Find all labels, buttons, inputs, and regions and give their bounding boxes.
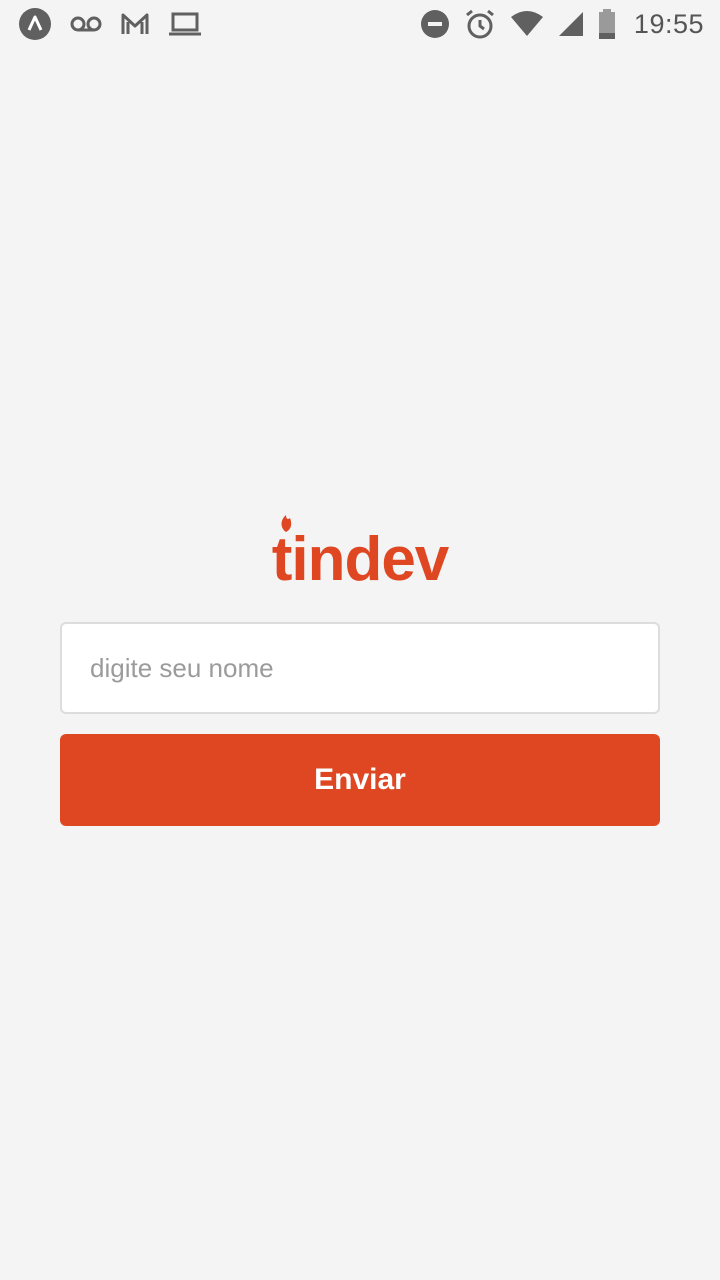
status-left-icons bbox=[18, 8, 202, 40]
voicemail-icon bbox=[70, 14, 102, 34]
status-time: 19:55 bbox=[633, 8, 704, 39]
logo-text: tindev bbox=[272, 525, 450, 590]
login-form: tindev Enviar bbox=[60, 510, 660, 826]
do-not-disturb-icon bbox=[420, 9, 450, 39]
status-bar: 19:55 bbox=[0, 0, 720, 48]
tindev-logo: tindev bbox=[272, 515, 451, 590]
name-input[interactable] bbox=[60, 622, 660, 714]
laptop-icon bbox=[168, 11, 202, 37]
login-screen: 19:55 tindev Enviar bbox=[0, 0, 720, 1280]
expo-icon bbox=[18, 7, 52, 41]
gmail-icon bbox=[120, 12, 150, 36]
status-right-icons: 19:55 bbox=[420, 8, 704, 40]
wifi-icon bbox=[510, 11, 544, 37]
battery-icon bbox=[598, 9, 616, 39]
send-button[interactable]: Enviar bbox=[60, 734, 660, 826]
signal-icon bbox=[558, 11, 584, 37]
alarm-icon bbox=[464, 8, 496, 40]
